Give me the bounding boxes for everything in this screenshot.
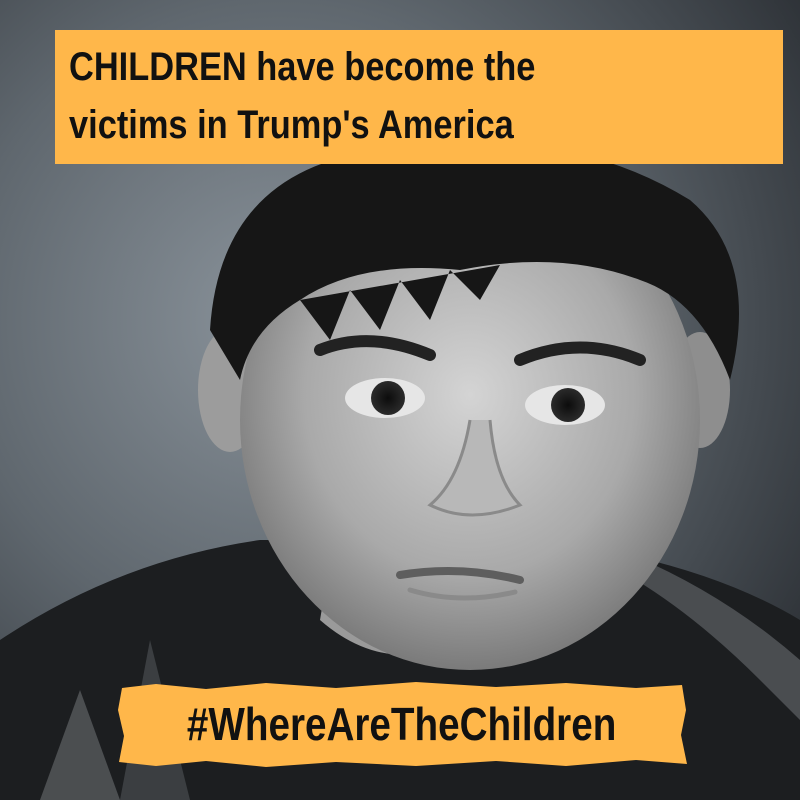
hashtag-text-wrap: #WhereAreTheChildren [116, 680, 688, 768]
hashtag-banner: #WhereAreTheChildren [116, 680, 688, 768]
hashtag-label: #WhereAreTheChildren [187, 698, 617, 750]
headline-banner: CHILDREN have become the victims in Trum… [55, 30, 783, 164]
poster: CHILDREN have become the victims in Trum… [0, 0, 800, 800]
headline-line-1: CHILDREN have become the [69, 45, 536, 89]
headline-line-2: victims in Trump's America [69, 103, 514, 147]
